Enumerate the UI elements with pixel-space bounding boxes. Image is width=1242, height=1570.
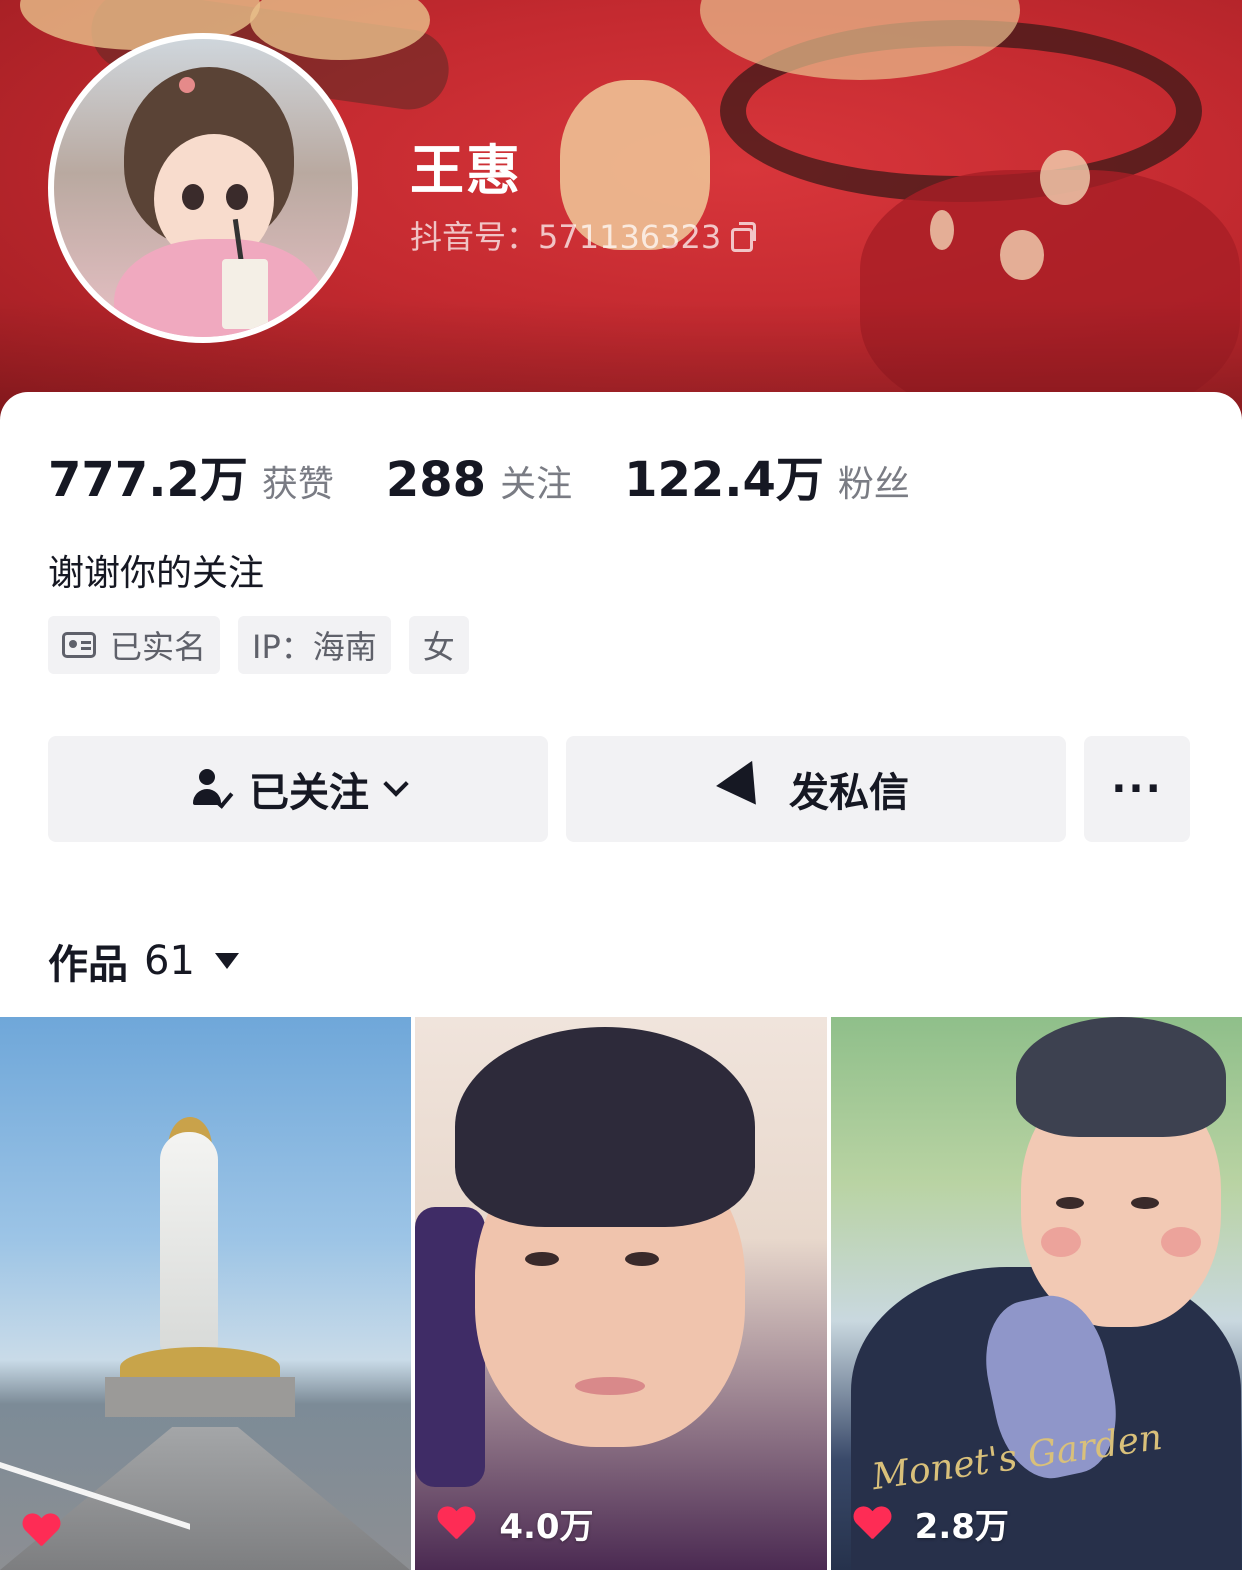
stat-following[interactable]: 288 关注 [386,452,572,508]
id-card-icon [62,632,96,658]
heart-icon [22,1514,60,1548]
tag-row: 已实名 IP：海南 女 [48,616,469,674]
stat-followers-label: 粉丝 [837,464,910,505]
tag-gender-label: 女 [422,628,455,666]
message-button[interactable]: 发私信 [566,736,1066,842]
user-check-icon [191,767,235,811]
works-label: 作品 [48,942,128,988]
chevron-down-icon [383,771,409,797]
like-count-value: 2.8万 [914,1507,1009,1547]
more-button[interactable]: ··· [1084,736,1190,842]
video-thumbnail[interactable]: Monet's Garden 2.8万 [830,1017,1242,1570]
tag-verified: 已实名 [48,616,221,674]
stat-likes-value: 777.2万 [48,452,248,508]
following-button-label: 已关注 [249,770,369,816]
profile-name: 王惠 [410,139,522,202]
following-button[interactable]: 已关注 [48,736,548,842]
stat-likes-label: 获赞 [261,464,334,505]
like-count-value: 4.0万 [499,1507,594,1547]
video-grid: 4.0万 Monet's Garden 2.8万 [0,1017,1242,1570]
works-tab[interactable]: 作品 61 [48,932,239,990]
bio-text: 谢谢你的关注 [48,553,265,594]
avatar[interactable] [48,33,358,343]
douyin-id[interactable]: 抖音号：571136323 [410,212,757,258]
send-icon [716,760,774,818]
stat-likes[interactable]: 777.2万 获赞 [48,440,334,510]
heart-icon [437,1507,475,1541]
like-count: 2.8万 [853,1499,1009,1548]
stat-followers-value: 122.4万 [624,452,824,508]
video-thumbnail[interactable]: 4.0万 [415,1017,827,1570]
stat-following-label: 关注 [500,464,573,505]
video-thumbnail[interactable] [0,1017,412,1570]
works-count: 61 [144,938,195,984]
tag-ip-label: IP：海南 [252,628,377,666]
message-button-label: 发私信 [789,770,909,816]
like-count: 4.0万 [437,1499,593,1548]
stat-following-value: 288 [385,452,487,508]
tag-verified-label: 已实名 [110,628,207,666]
stat-followers[interactable]: 122.4万 粉丝 [624,440,910,510]
stats-row: 777.2万 获赞 288 关注 122.4万 粉丝 [48,440,962,510]
copy-icon[interactable] [731,222,757,252]
douyin-id-text: 抖音号：571136323 [410,218,722,256]
tag-ip: IP：海南 [238,616,391,674]
more-icon: ··· [1111,766,1163,812]
tag-gender: 女 [408,616,469,674]
action-row: 已关注 发私信 ··· [48,736,1190,842]
heart-icon [853,1507,891,1541]
like-count [22,1514,84,1548]
dropdown-triangle-icon [214,953,239,969]
